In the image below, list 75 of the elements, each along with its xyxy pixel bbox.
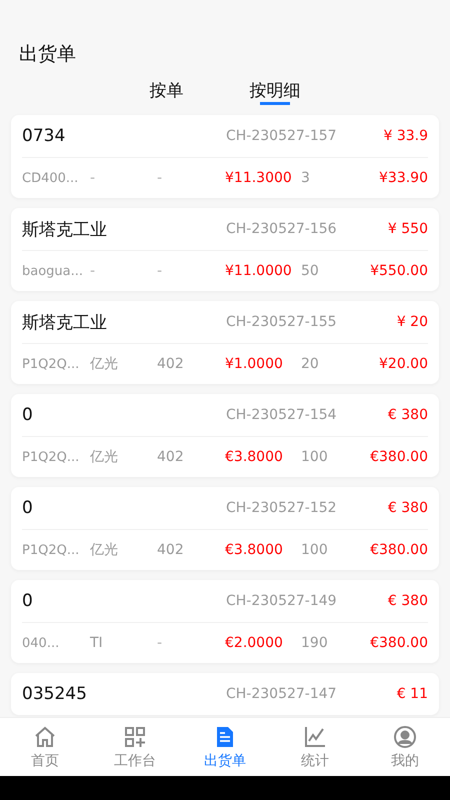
line-total: ¥550.00 xyxy=(370,263,428,279)
item-field: P1Q2Q... xyxy=(22,450,90,464)
order-number: CH-230527-154 xyxy=(226,407,338,423)
order-number: CH-230527-152 xyxy=(226,500,338,516)
customer-name: 0 xyxy=(22,498,34,518)
customer-name: 0 xyxy=(22,591,34,611)
order-amount: € 11 xyxy=(396,686,428,702)
order-amount: ¥ 33.9 xyxy=(383,128,428,144)
item-field: CD400... xyxy=(22,170,90,186)
unit-price: €3.8000 xyxy=(225,449,284,465)
item-field: - xyxy=(157,263,225,279)
order-amount: € 380 xyxy=(388,593,428,609)
view-tab[interactable]: 按单 xyxy=(148,76,186,108)
line-total: €380.00 xyxy=(370,542,428,558)
item-field: TI xyxy=(90,635,157,651)
item-field: 亿光 xyxy=(90,448,157,466)
unit-price: ¥1.0000 xyxy=(225,356,284,372)
nav-tab[interactable]: 出货单 xyxy=(180,718,270,776)
order-number: CH-230527-156 xyxy=(226,221,338,237)
order-card[interactable]: 0 CH-230527-154 € 380 P1Q2Q... 亿光 402 €3.8000 100 €380.00 xyxy=(11,394,439,477)
quantity: 3 xyxy=(300,170,311,186)
customer-name: 0 xyxy=(22,405,34,425)
unit-price: ¥11.0000 xyxy=(225,263,293,279)
order-number: CH-230527-157 xyxy=(226,128,338,144)
order-card[interactable]: 0 CH-230527-152 € 380 P1Q2Q... 亿光 402 €3.8000 100 €380.00 xyxy=(11,487,439,570)
customer-name: 斯塔克工业 xyxy=(22,218,108,240)
item-field: 040... xyxy=(22,636,90,650)
quantity: 190 xyxy=(300,635,329,651)
nav-tab[interactable]: 工作台 xyxy=(90,718,180,776)
order-card[interactable]: 035245 CH-230527-147 € 11 xyxy=(11,673,439,715)
order-amount: € 380 xyxy=(388,500,428,516)
item-field: P1Q2Q... xyxy=(22,542,90,558)
line-total: ¥33.90 xyxy=(379,170,428,186)
line-chart-icon xyxy=(303,724,327,748)
item-field: 亿光 xyxy=(90,355,157,373)
home-icon xyxy=(33,724,57,748)
nav-tab[interactable]: 首页 xyxy=(0,718,90,776)
order-number: CH-230527-149 xyxy=(226,593,338,609)
page-title: 出货单 xyxy=(18,42,77,67)
item-field: 402 xyxy=(157,542,225,558)
order-number: CH-230527-147 xyxy=(226,686,338,702)
quantity: 50 xyxy=(300,263,320,279)
item-field: baogua... xyxy=(22,264,90,278)
unit-price: ¥11.3000 xyxy=(225,170,293,186)
order-amount: ¥ 20 xyxy=(396,314,428,330)
grid-plus-icon xyxy=(123,724,147,748)
order-card[interactable]: 0 CH-230527-149 € 380 040... TI - €2.0000 190 €380.00 xyxy=(11,580,439,663)
order-card[interactable]: 斯塔克工业 CH-230527-155 ¥ 20 P1Q2Q... 亿光 402 ¥1.0000 20 ¥20.00 xyxy=(11,301,439,384)
item-field: P1Q2Q... xyxy=(22,356,90,372)
customer-name: 斯塔克工业 xyxy=(22,312,108,334)
unit-price: €3.8000 xyxy=(225,542,284,558)
item-field: 402 xyxy=(157,449,225,465)
order-number: CH-230527-155 xyxy=(226,314,338,330)
order-card[interactable]: 0734 CH-230527-157 ¥ 33.9 CD400... - - ¥11.3000 3 ¥33.90 xyxy=(11,115,439,198)
quantity: 20 xyxy=(300,356,320,372)
unit-price: €2.0000 xyxy=(225,635,284,651)
user-icon xyxy=(393,724,417,748)
quantity: 100 xyxy=(300,449,329,465)
item-field: 亿光 xyxy=(90,541,157,559)
line-total: €380.00 xyxy=(370,635,428,651)
customer-name: 035245 xyxy=(22,684,88,704)
nav-tab[interactable]: 统计 xyxy=(270,718,360,776)
nav-tab[interactable]: 我的 xyxy=(360,718,450,776)
item-field: - xyxy=(157,635,225,651)
item-field: - xyxy=(90,263,157,279)
order-amount: ¥ 550 xyxy=(388,221,428,237)
item-field: - xyxy=(90,170,157,186)
customer-name: 0734 xyxy=(22,126,66,146)
quantity: 100 xyxy=(300,542,329,558)
item-field: 402 xyxy=(157,356,225,372)
line-total: €380.00 xyxy=(370,449,428,465)
order-amount: € 380 xyxy=(388,407,428,423)
item-field: - xyxy=(157,170,225,186)
order-card[interactable]: 斯塔克工业 CH-230527-156 ¥ 550 baogua... - - ¥11.0000 50 ¥550.00 xyxy=(11,208,439,291)
line-total: ¥20.00 xyxy=(379,356,428,372)
